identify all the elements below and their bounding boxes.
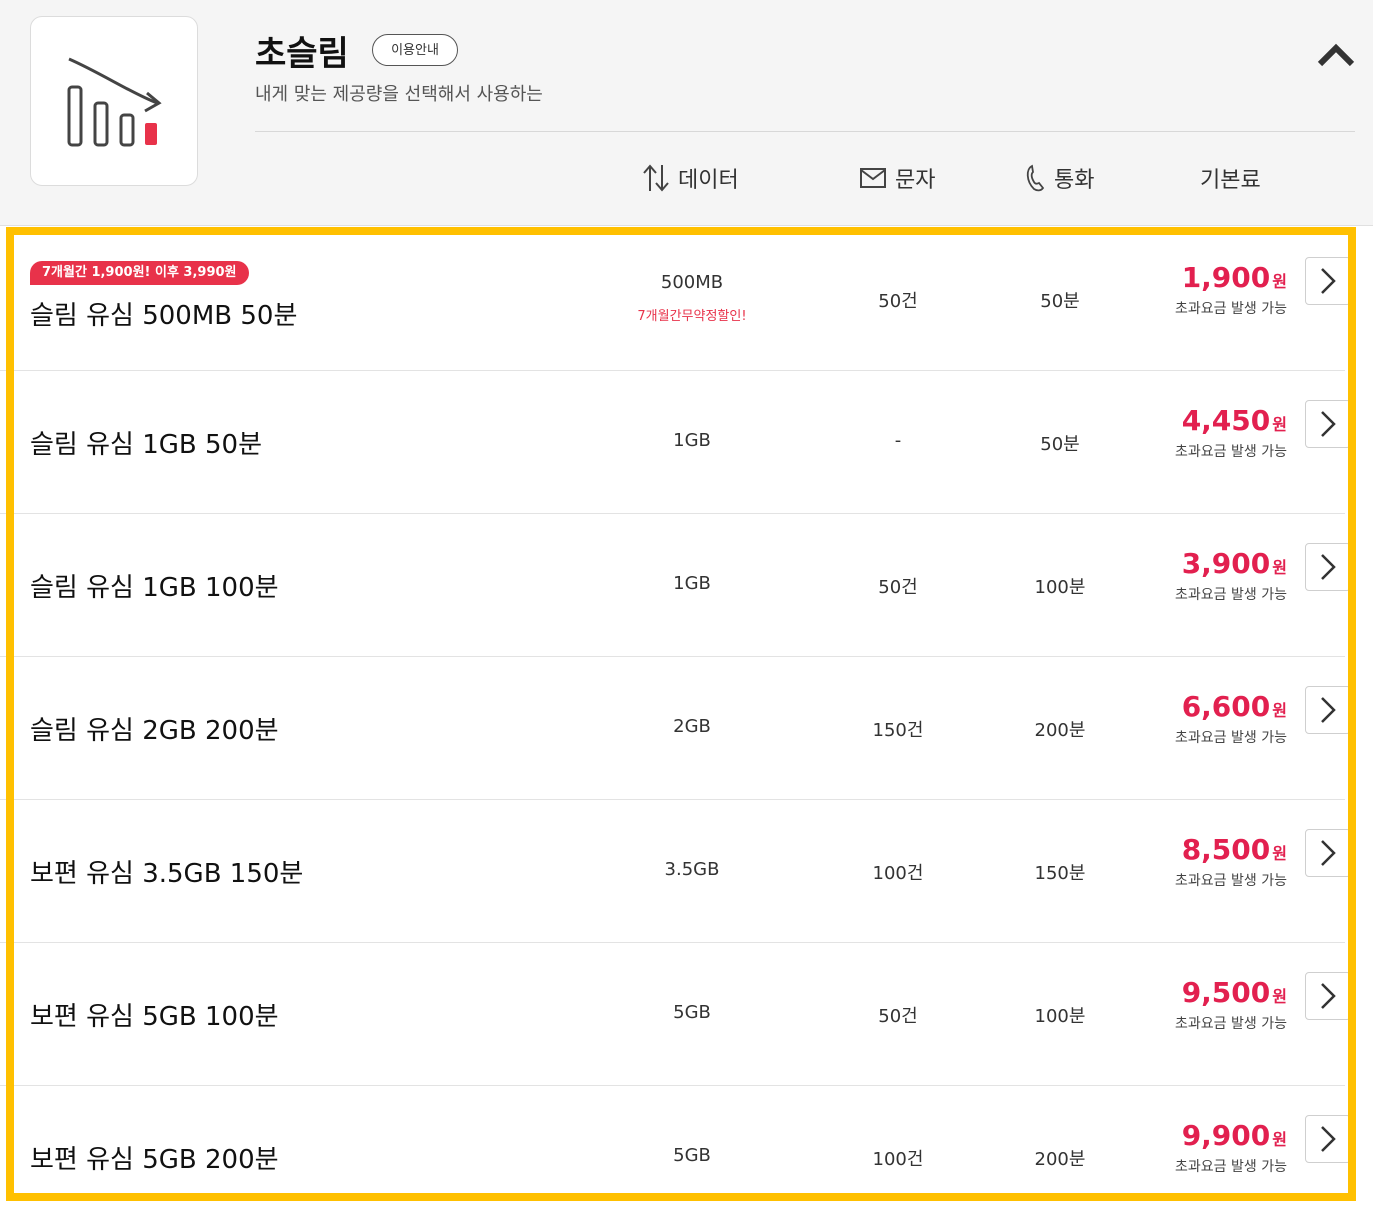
plan-header: 초슬림 이용안내 내게 맞는 제공량을 선택해서 사용하는 데이터 문자 통화 …	[0, 0, 1373, 226]
chart-decrease-icon	[67, 57, 162, 147]
highlight-frame	[6, 227, 1356, 1201]
column-label-sms: 문자	[895, 168, 936, 193]
column-header-sms: 문자	[859, 160, 935, 196]
updown-arrows-icon	[642, 163, 670, 193]
usage-info-button[interactable]: 이용안내	[372, 34, 458, 66]
column-header-call: 통화	[1024, 160, 1094, 196]
envelope-icon	[859, 166, 887, 190]
plan-description: 내게 맞는 제공량을 선택해서 사용하는	[255, 84, 543, 105]
column-label-fee: 기본료	[1200, 168, 1261, 193]
chevron-up-icon[interactable]	[1316, 40, 1356, 74]
plan-title: 초슬림	[255, 34, 349, 74]
plan-logo	[30, 16, 198, 186]
phone-icon	[1024, 163, 1046, 193]
column-header-data: 데이터	[642, 160, 739, 196]
column-header-fee: 기본료	[1200, 160, 1261, 196]
column-label-call: 통화	[1054, 168, 1095, 193]
column-label-data: 데이터	[678, 168, 739, 193]
header-divider	[255, 131, 1355, 132]
